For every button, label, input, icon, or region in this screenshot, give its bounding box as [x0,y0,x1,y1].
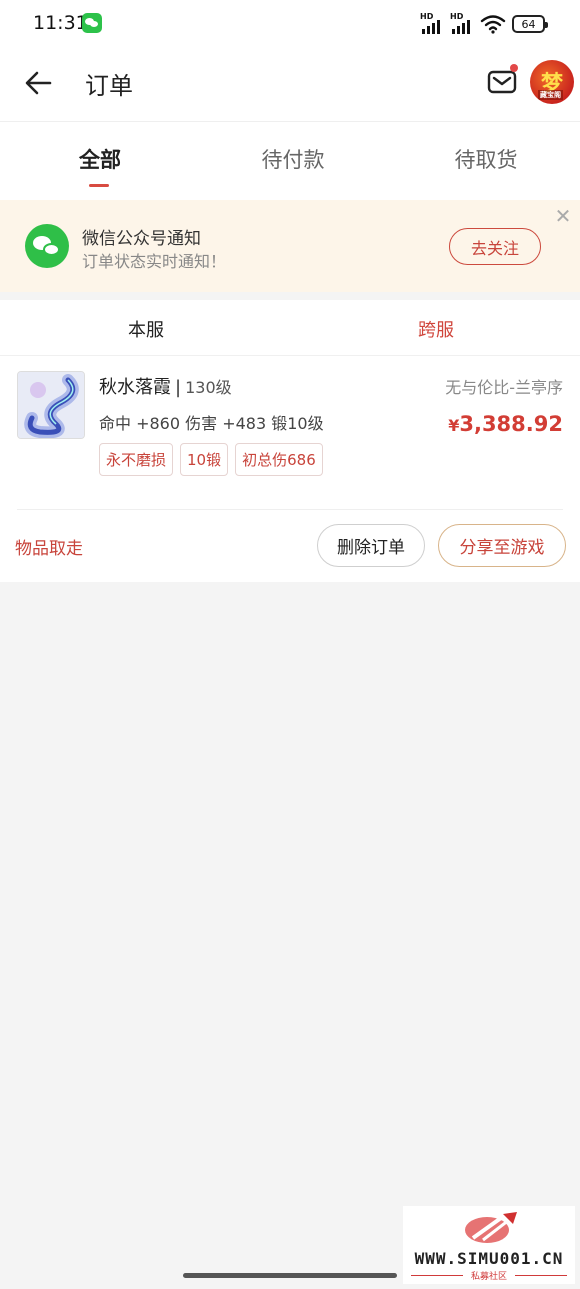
avatar-caption: 藏宝阁 [538,90,563,100]
cellular-signal-icon: HD [420,12,446,34]
item-attributes: 命中 +860 伤害 +483 锻10级 [99,414,324,433]
tab-pending-pickup[interactable]: 待取货 [406,144,566,174]
watermark-logo [465,1212,517,1243]
wechat-icon [25,224,69,268]
active-tab-indicator [89,184,109,187]
title-separator: | [175,377,182,398]
page-title: 订单 [85,72,133,100]
notice-subtitle: 订单状态实时通知！ [82,252,227,271]
item-level: 130级 [185,378,232,397]
tab-all[interactable]: 全部 [20,144,180,174]
price-value: 3,388.92 [459,412,563,436]
item-tags: 永不磨损 10锻 初总伤686 [99,443,323,476]
wechat-notification-icon [82,13,102,33]
ribbon-item-icon [18,372,84,438]
status-time: 11:31 [33,12,88,34]
item-tag: 10锻 [180,443,229,476]
share-to-game-button[interactable]: 分享至游戏 [438,524,566,567]
close-icon[interactable]: ✕ [553,206,573,226]
item-title: 秋水落霞 | 130级 [99,373,232,399]
watermark: WWW.SIMU001.CN 私募社区 [403,1206,575,1284]
orders-page: 11:31 HD HD 64 订单 梦 藏宝阁 全部 待付款 待取货 微信公众号… [0,0,580,1289]
battery-level: 64 [521,17,536,31]
home-indicator[interactable] [183,1273,397,1278]
status-bar: 11:31 HD HD 64 [0,0,580,48]
server-name: 无与伦比-兰亭序 [445,378,563,397]
wechat-notice-banner: 微信公众号通知 订单状态实时通知！ 去关注 ✕ [0,200,580,292]
wifi-icon [480,15,506,34]
avatar[interactable]: 梦 藏宝阁 [530,60,574,104]
divider [17,509,563,510]
order-card[interactable]: 秋水落霞 | 130级 无与伦比-兰亭序 命中 +860 伤害 +483 锻10级 … [0,356,580,582]
item-thumbnail [17,371,85,439]
unread-badge [510,64,518,72]
item-name: 秋水落霞 [99,377,171,398]
tab-same-server[interactable]: 本服 [128,316,164,342]
server-tabs: 本服 跨服 [0,300,580,356]
follow-button[interactable]: 去关注 [449,228,541,265]
battery-icon: 64 [512,15,548,33]
order-status: 物品取走 [15,539,83,559]
item-tag: 永不磨损 [99,443,174,476]
tab-pending-payment[interactable]: 待付款 [213,144,373,174]
item-tag: 初总伤686 [235,443,323,476]
order-filter-tabs: 全部 待付款 待取货 [0,122,580,200]
delete-order-button[interactable]: 删除订单 [317,524,425,567]
notice-title: 微信公众号通知 [82,229,201,249]
currency-symbol: ¥ [448,416,460,435]
tab-cross-server[interactable]: 跨服 [418,316,454,342]
watermark-site: WWW.SIMU001.CN [414,1249,564,1268]
app-header: 订单 梦 藏宝阁 [0,48,580,122]
item-price: ¥3,388.92 [448,412,563,436]
cellular-signal-icon: HD [450,12,476,34]
back-arrow-icon[interactable] [22,66,56,100]
watermark-caption: 私募社区 [403,1269,575,1282]
